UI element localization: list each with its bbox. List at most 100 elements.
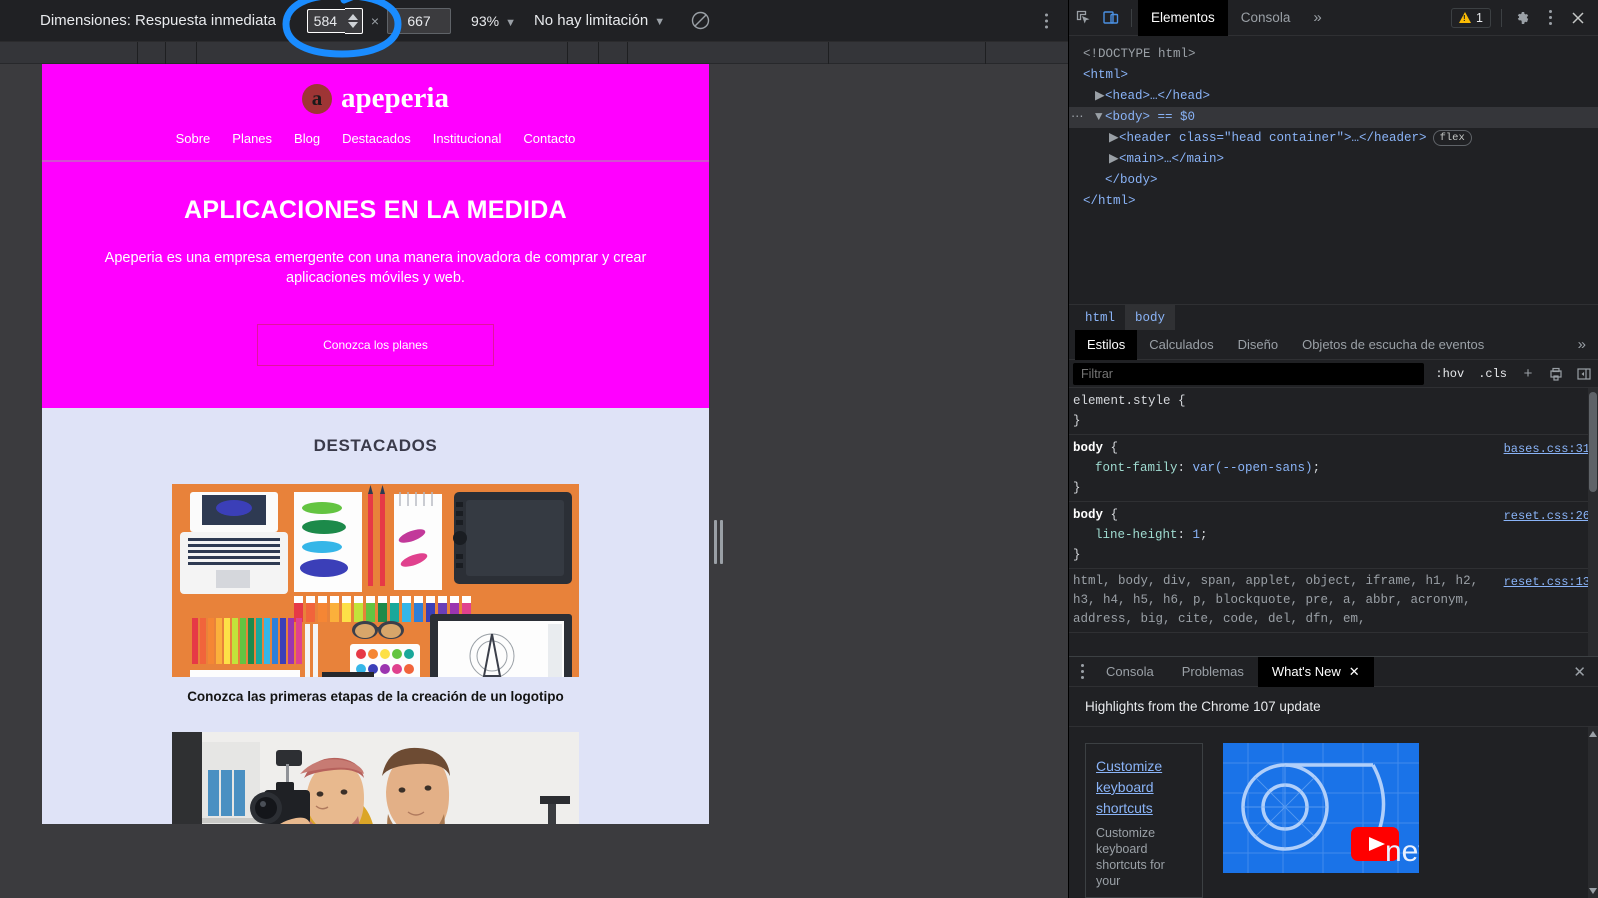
styles-filter-input[interactable]: [1073, 362, 1425, 385]
tab-consola[interactable]: Consola: [1228, 0, 1304, 36]
tab-estilos[interactable]: Estilos: [1075, 329, 1138, 360]
drawer-tab-consola[interactable]: Consola: [1092, 657, 1168, 687]
devtools-panel: Elementos Consola » 1: [1068, 0, 1598, 898]
close-icon: [1572, 11, 1584, 24]
width-stepper[interactable]: [344, 7, 363, 34]
more-tabs-button[interactable]: »: [1303, 0, 1331, 36]
css-declaration[interactable]: font-family: var(--open-sans);: [1073, 458, 1598, 478]
rotate-device-icon: [691, 11, 709, 30]
scrollbar-thumb[interactable]: [1589, 392, 1597, 492]
css-declaration[interactable]: line-height: 1;: [1073, 525, 1598, 545]
dom-node-main[interactable]: ▶<main>…</main>: [1069, 149, 1598, 170]
nav-item-planes[interactable]: Planes: [232, 131, 272, 146]
stepper-down-icon[interactable]: [348, 21, 359, 28]
viewport-height-input[interactable]: [387, 7, 452, 34]
scroll-up-arrow-icon[interactable]: [1589, 731, 1597, 737]
close-drawer-button[interactable]: ✕: [1561, 663, 1598, 681]
toggle-device-toolbar-button[interactable]: [1097, 5, 1125, 31]
breadcrumb-item-body[interactable]: body: [1125, 304, 1176, 331]
tab-elementos[interactable]: Elementos: [1138, 0, 1228, 36]
zoom-selector[interactable]: 93% ▼: [471, 13, 516, 29]
tab-calculados[interactable]: Calculados: [1137, 330, 1225, 360]
tab-diseno[interactable]: Diseño: [1226, 330, 1290, 360]
collapse-arrow-icon[interactable]: ▼: [1095, 107, 1105, 128]
network-throttling-selector[interactable]: No hay limitación ▼: [534, 12, 665, 29]
kebab-dot: [1548, 10, 1552, 13]
flex-badge[interactable]: flex: [1432, 129, 1472, 146]
viewport-ruler[interactable]: [0, 42, 1068, 64]
dom-node-doctype[interactable]: <!DOCTYPE html>: [1069, 44, 1598, 65]
site-brand[interactable]: a apeperia: [42, 82, 709, 115]
toolbar-divider: [1501, 8, 1502, 27]
dom-tree[interactable]: <!DOCTYPE html> <html> ▶<head>…</head> ⋯…: [1069, 36, 1598, 304]
hero-cta-button[interactable]: Conozca los planes: [257, 324, 494, 367]
inspect-element-button[interactable]: [1069, 5, 1097, 31]
expand-arrow-icon[interactable]: ▶: [1095, 86, 1105, 107]
whats-new-scrollbar[interactable]: [1588, 727, 1598, 898]
dom-node-html[interactable]: <html>: [1069, 65, 1598, 86]
tab-event-listeners[interactable]: Objetos de escucha de eventos: [1290, 330, 1496, 360]
computed-style-sidebar-icon[interactable]: [1546, 364, 1566, 384]
css-rule-element-style[interactable]: element.style { }: [1069, 388, 1598, 435]
css-rule-body-reset[interactable]: body { reset.css:26 line-height: 1; }: [1069, 502, 1598, 569]
dom-node-head[interactable]: ▶<head>…</head>: [1069, 86, 1598, 107]
nav-item-institucional[interactable]: Institucional: [433, 131, 502, 146]
toggle-device-toolbar-icon: [1103, 11, 1119, 24]
node-badge-dots[interactable]: ⋯: [1071, 107, 1084, 128]
nav-item-contacto[interactable]: Contacto: [523, 131, 575, 146]
css-rule-body-bases[interactable]: body { bases.css:31 font-family: var(--o…: [1069, 435, 1598, 502]
nav-item-blog[interactable]: Blog: [294, 131, 320, 146]
toolbar-divider: [1131, 8, 1132, 27]
hov-toggle[interactable]: :hov: [1432, 367, 1467, 381]
kebab-dot: [1045, 25, 1048, 28]
expand-arrow-icon[interactable]: ▶: [1109, 149, 1119, 170]
kebab-dot: [1548, 16, 1552, 19]
stepper-up-icon[interactable]: [348, 13, 359, 20]
drawer-menu-button[interactable]: [1073, 660, 1092, 683]
css-source-link[interactable]: bases.css:31: [1504, 439, 1590, 459]
settings-button[interactable]: [1508, 5, 1536, 31]
rotate-device-button[interactable]: [687, 8, 713, 34]
breadcrumb-item-html[interactable]: html: [1075, 305, 1125, 331]
kebab-dot: [1045, 19, 1048, 22]
device-toolbar-menu-button[interactable]: [1041, 9, 1052, 32]
dom-node-body[interactable]: ⋯ ▼ <body> == $0: [1069, 107, 1598, 128]
css-source-link[interactable]: reset.css:13: [1504, 573, 1590, 592]
styles-more-tabs-button[interactable]: »: [1566, 330, 1598, 360]
cls-toggle[interactable]: .cls: [1475, 367, 1510, 381]
drawer-tab-whats-new[interactable]: What's New ✕: [1257, 656, 1374, 687]
new-style-rule-button[interactable]: +: [1518, 364, 1538, 384]
brace-close: }: [1073, 481, 1081, 495]
close-tab-icon[interactable]: ✕: [1349, 664, 1360, 680]
grip-bar: [713, 520, 717, 564]
whats-new-card[interactable]: Customize keyboard shortcuts Customize k…: [1085, 743, 1203, 898]
scroll-down-arrow-icon[interactable]: [1589, 888, 1597, 894]
ruler-tick: [137, 42, 138, 64]
whats-new-video-thumbnail[interactable]: new: [1223, 743, 1419, 873]
device-dimensions-selector[interactable]: Dimensiones: Respuesta inmediata ▼: [40, 12, 293, 29]
viewport-width-resize-handle[interactable]: [712, 520, 724, 564]
viewport-width-input[interactable]: [306, 8, 345, 33]
css-rule-reset-universal[interactable]: html, body, div, span, applet, object, i…: [1069, 569, 1598, 633]
drawer-tab-problemas[interactable]: Problemas: [1168, 657, 1258, 687]
brace-open: {: [1178, 394, 1186, 408]
devtools-menu-button[interactable]: [1536, 5, 1564, 31]
kebab-dot: [1548, 22, 1552, 25]
warning-count-badge[interactable]: 1: [1451, 7, 1491, 28]
ruler-tick: [828, 42, 829, 64]
css-rules-scrollbar[interactable]: [1588, 388, 1598, 656]
css-rules-list[interactable]: element.style { } body { bases.css:31 fo…: [1069, 388, 1598, 656]
warning-triangle-icon: [1459, 12, 1472, 23]
breadcrumb: html body: [1069, 304, 1598, 331]
nav-item-destacados[interactable]: Destacados: [342, 131, 411, 146]
warning-count: 1: [1476, 10, 1483, 25]
dom-node-header[interactable]: ▶<header class="head container">…</heade…: [1069, 128, 1598, 149]
close-devtools-button[interactable]: [1564, 5, 1592, 31]
whats-new-link[interactable]: Customize keyboard shortcuts: [1096, 756, 1192, 819]
expand-arrow-icon[interactable]: ▶: [1109, 128, 1119, 149]
nav-item-sobre[interactable]: Sobre: [176, 131, 211, 146]
grip-bar: [719, 520, 723, 564]
toggle-sidebar-button[interactable]: [1574, 364, 1594, 384]
css-source-link[interactable]: reset.css:26: [1504, 506, 1590, 526]
css-property-value: var(--open-sans): [1192, 461, 1313, 475]
